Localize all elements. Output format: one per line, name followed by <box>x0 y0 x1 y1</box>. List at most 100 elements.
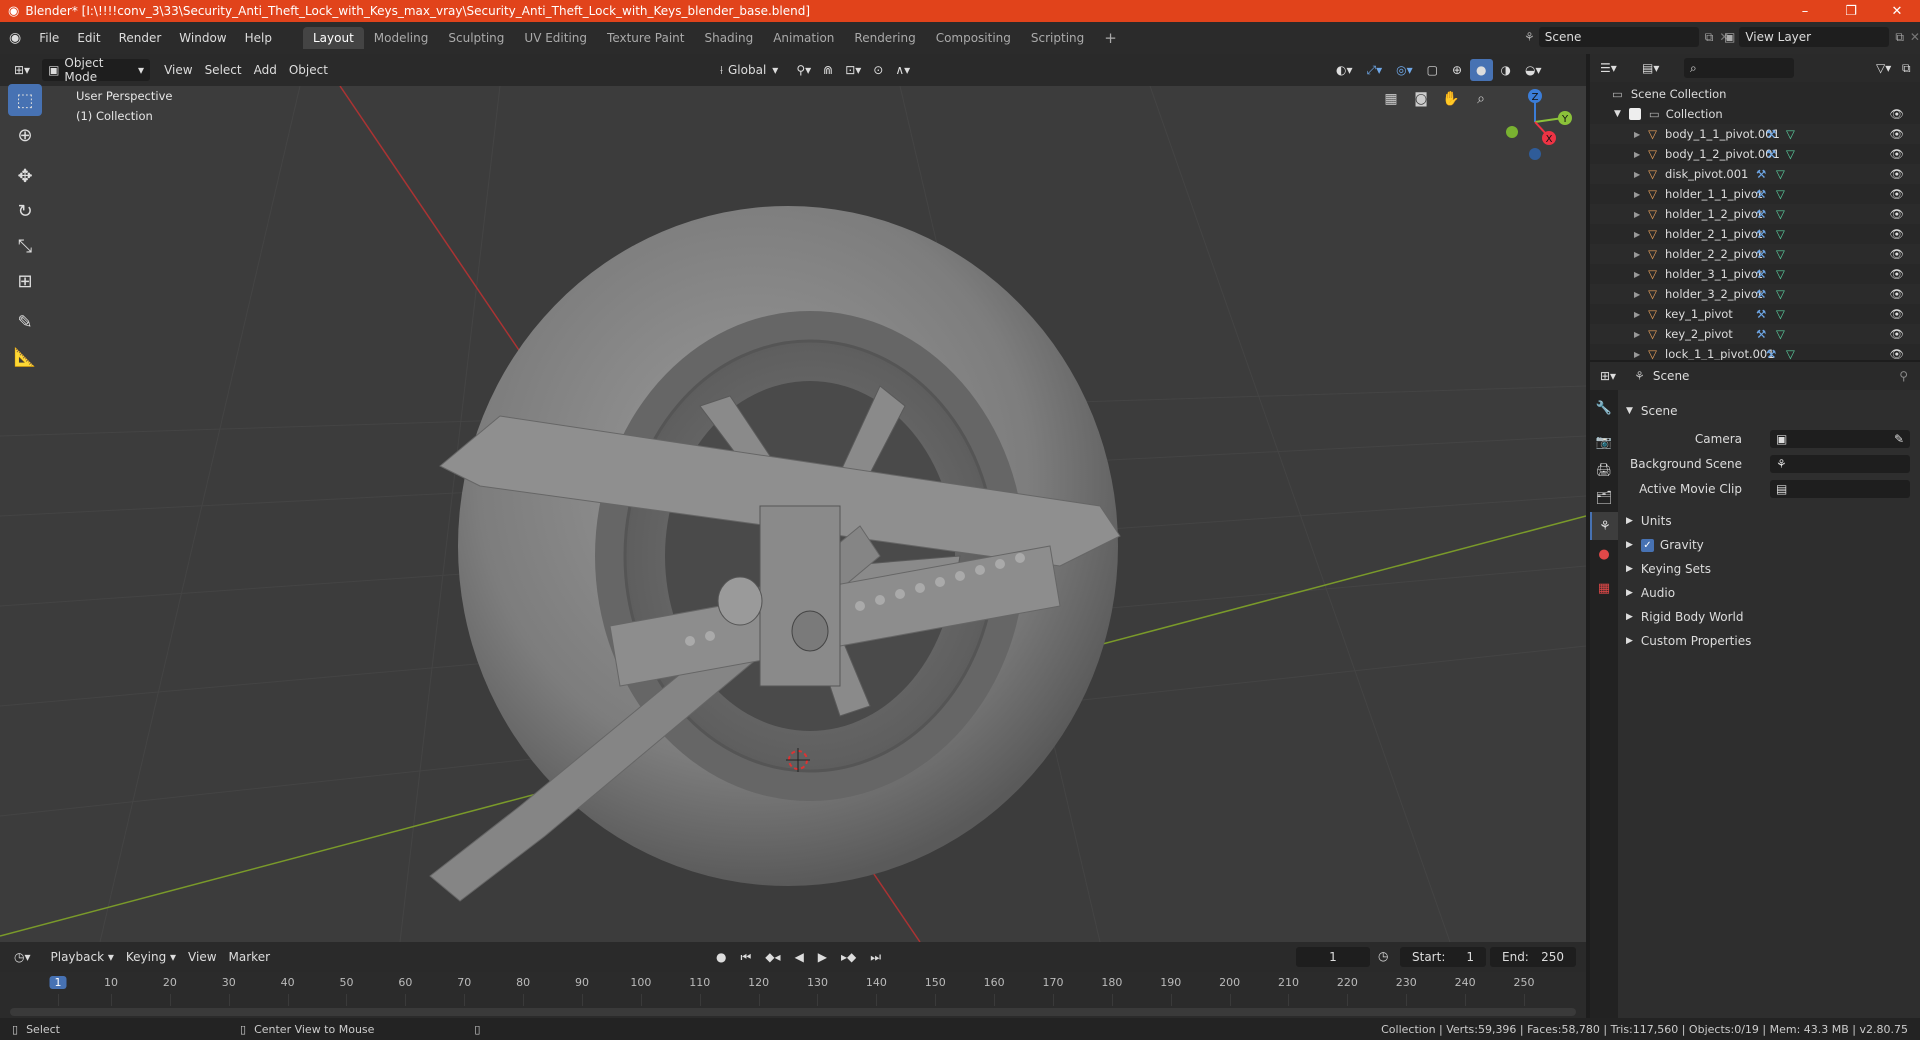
modifier-icon[interactable]: ⚒ <box>1766 127 1776 141</box>
overlay-toggle-icon[interactable]: ◎▾ <box>1390 59 1419 81</box>
start-frame-field[interactable]: Start: 1 <box>1400 947 1486 967</box>
eye-icon[interactable]: 👁 <box>1889 227 1904 241</box>
audio-section[interactable]: ▶ Audio <box>1618 582 1920 604</box>
movie-clip-field[interactable]: ▤ <box>1770 480 1910 498</box>
outliner-search-input[interactable]: ⌕ <box>1684 58 1794 78</box>
modifier-icon[interactable]: ⚒ <box>1756 207 1766 221</box>
gravity-checkbox[interactable]: ✓ <box>1640 538 1654 552</box>
expand-arrow-icon[interactable]: ▶ <box>1634 290 1640 299</box>
view-layer-tab-icon[interactable]: 🗂 <box>1590 484 1618 512</box>
tab-sculpting[interactable]: Sculpting <box>438 27 514 49</box>
expand-arrow-icon[interactable]: ▶ <box>1634 250 1640 259</box>
rendered-shading-icon[interactable]: ◒▾ <box>1519 59 1548 81</box>
modifier-icon[interactable]: ⚒ <box>1756 327 1766 341</box>
outliner-object-row[interactable]: ▶ ▽ holder_3_1_pivot ⚒ ▽ 👁 <box>1590 264 1920 284</box>
perspective-toggle-icon[interactable]: ▦ <box>1378 86 1404 112</box>
mesh-data-icon[interactable]: ▽ <box>1786 127 1795 141</box>
object-mode-dropdown[interactable]: ▣ Object Mode ▾ <box>42 56 151 84</box>
modifier-icon[interactable]: ⚒ <box>1756 167 1766 181</box>
menu-window[interactable]: Window <box>170 31 235 45</box>
outliner[interactable]: ▭ Scene Collection ▼ ▭ Collection 👁 ▶ ▽ bo… <box>1590 82 1920 360</box>
pin-icon[interactable]: ⚲ <box>1899 369 1908 383</box>
eye-icon[interactable]: 👁 <box>1889 127 1904 141</box>
tab-modeling[interactable]: Modeling <box>364 27 439 49</box>
annotate-tool-icon[interactable]: ✎ <box>8 306 42 338</box>
menu-render[interactable]: Render <box>110 31 171 45</box>
scene-selector[interactable]: Scene <box>1538 27 1699 47</box>
close-button[interactable]: ✕ <box>1874 0 1920 22</box>
outliner-object-row[interactable]: ▶ ▽ disk_pivot.001 ⚒ ▽ 👁 <box>1590 164 1920 184</box>
xray-toggle-icon[interactable]: ▢ <box>1421 59 1444 81</box>
mesh-data-icon[interactable]: ▽ <box>1776 307 1785 321</box>
modifier-icon[interactable]: ⚒ <box>1766 147 1776 161</box>
stopwatch-icon[interactable]: ◷ <box>1378 949 1388 963</box>
modifier-icon[interactable]: ⚒ <box>1756 187 1766 201</box>
menu-help[interactable]: Help <box>236 31 281 45</box>
modifier-icon[interactable]: ⚒ <box>1756 287 1766 301</box>
select-box-tool-icon[interactable]: ⬚ <box>8 84 42 116</box>
outliner-object-row[interactable]: ▶ ▽ body_1_1_pivot.001 ⚒ ▽ 👁 <box>1590 124 1920 144</box>
expand-arrow-icon[interactable]: ▶ <box>1634 130 1640 139</box>
properties-editor-icon[interactable]: ⊞▾ <box>1594 365 1622 387</box>
expand-arrow-icon[interactable]: ▶ <box>1634 310 1640 319</box>
custom-properties-section[interactable]: ▶ Custom Properties <box>1618 630 1920 652</box>
menu-marker[interactable]: Marker <box>223 946 276 968</box>
expand-arrow-icon[interactable]: ▶ <box>1634 350 1640 359</box>
camera-view-icon[interactable]: ◙ <box>1408 86 1434 112</box>
restore-button[interactable]: ❐ <box>1828 0 1874 22</box>
menu-view[interactable]: View <box>158 59 198 81</box>
menu-timeline-view[interactable]: View <box>182 946 222 968</box>
new-view-layer-icon[interactable]: ⧉ <box>1895 30 1904 45</box>
new-scene-icon[interactable]: ⧉ <box>1705 30 1714 45</box>
next-keyframe-icon[interactable]: ▸◆ <box>835 946 862 968</box>
visibility-icon[interactable]: ◐▾ <box>1330 59 1359 81</box>
expand-arrow-icon[interactable]: ▶ <box>1634 270 1640 279</box>
outliner-object-row[interactable]: ▶ ▽ holder_1_2_pivot ⚒ ▽ 👁 <box>1590 204 1920 224</box>
filter-icon[interactable]: ▽▾ <box>1870 57 1897 79</box>
jump-end-icon[interactable]: ⏭ <box>864 946 887 968</box>
record-icon[interactable]: ● <box>710 946 732 968</box>
wheel-lock-model[interactable] <box>429 206 1121 902</box>
mesh-data-icon[interactable]: ▽ <box>1786 147 1795 161</box>
wireframe-shading-icon[interactable]: ⊕ <box>1446 59 1468 81</box>
mesh-data-icon[interactable]: ▽ <box>1776 207 1785 221</box>
timeline-scrollbar[interactable] <box>10 1008 1576 1016</box>
render-tab-icon[interactable]: 📷 <box>1590 428 1618 456</box>
playhead[interactable]: 1 <box>49 976 67 989</box>
gizmo-toggle-icon[interactable]: ⤢▾ <box>1361 59 1389 81</box>
expand-arrow-icon[interactable]: ▶ <box>1634 210 1640 219</box>
pivot-point-icon[interactable]: ⚲▾ <box>790 59 817 81</box>
rotate-tool-icon[interactable]: ↻ <box>8 195 42 227</box>
scene-panel-header[interactable]: ▼ Scene <box>1618 400 1920 422</box>
outliner-object-row[interactable]: ▶ ▽ holder_1_1_pivot ⚒ ▽ 👁 <box>1590 184 1920 204</box>
tab-shading[interactable]: Shading <box>694 27 763 49</box>
eye-icon[interactable]: 👁 <box>1889 147 1904 161</box>
rigid-body-section[interactable]: ▶ Rigid Body World <box>1618 606 1920 628</box>
mesh-data-icon[interactable]: ▽ <box>1786 347 1795 360</box>
tab-scripting[interactable]: Scripting <box>1021 27 1094 49</box>
mesh-data-icon[interactable]: ▽ <box>1776 167 1785 181</box>
minimize-button[interactable]: – <box>1782 0 1828 22</box>
eye-icon[interactable]: 👁 <box>1889 207 1904 221</box>
snap-icon[interactable]: ⋒ <box>817 59 839 81</box>
blender-menu-icon[interactable]: ◉ <box>0 30 30 46</box>
pan-hand-icon[interactable]: ✋ <box>1438 86 1464 112</box>
eye-icon[interactable]: 👁 <box>1889 107 1904 121</box>
prev-keyframe-icon[interactable]: ◆◂ <box>759 946 786 968</box>
menu-select[interactable]: Select <box>199 59 248 81</box>
mesh-data-icon[interactable]: ▽ <box>1776 267 1785 281</box>
eye-icon[interactable]: 👁 <box>1889 287 1904 301</box>
transform-tool-icon[interactable]: ⊞ <box>8 265 42 297</box>
background-scene-field[interactable]: ⚘ <box>1770 455 1910 473</box>
navigation-gizmo[interactable]: Z Y X <box>1490 86 1580 166</box>
mesh-data-icon[interactable]: ▽ <box>1776 187 1785 201</box>
proportional-edit-icon[interactable]: ⊙ <box>867 59 889 81</box>
outliner-object-row[interactable]: ▶ ▽ body_1_2_pivot.001 ⚒ ▽ 👁 <box>1590 144 1920 164</box>
current-frame-field[interactable]: 1 <box>1296 947 1370 967</box>
falloff-icon[interactable]: ∧▾ <box>889 59 916 81</box>
play-reverse-icon[interactable]: ◀ <box>789 946 810 968</box>
camera-field[interactable]: ▣ ✎ <box>1770 430 1910 448</box>
expand-arrow-icon[interactable]: ▶ <box>1634 330 1640 339</box>
eye-icon[interactable]: 👁 <box>1889 267 1904 281</box>
menu-edit[interactable]: Edit <box>68 31 109 45</box>
